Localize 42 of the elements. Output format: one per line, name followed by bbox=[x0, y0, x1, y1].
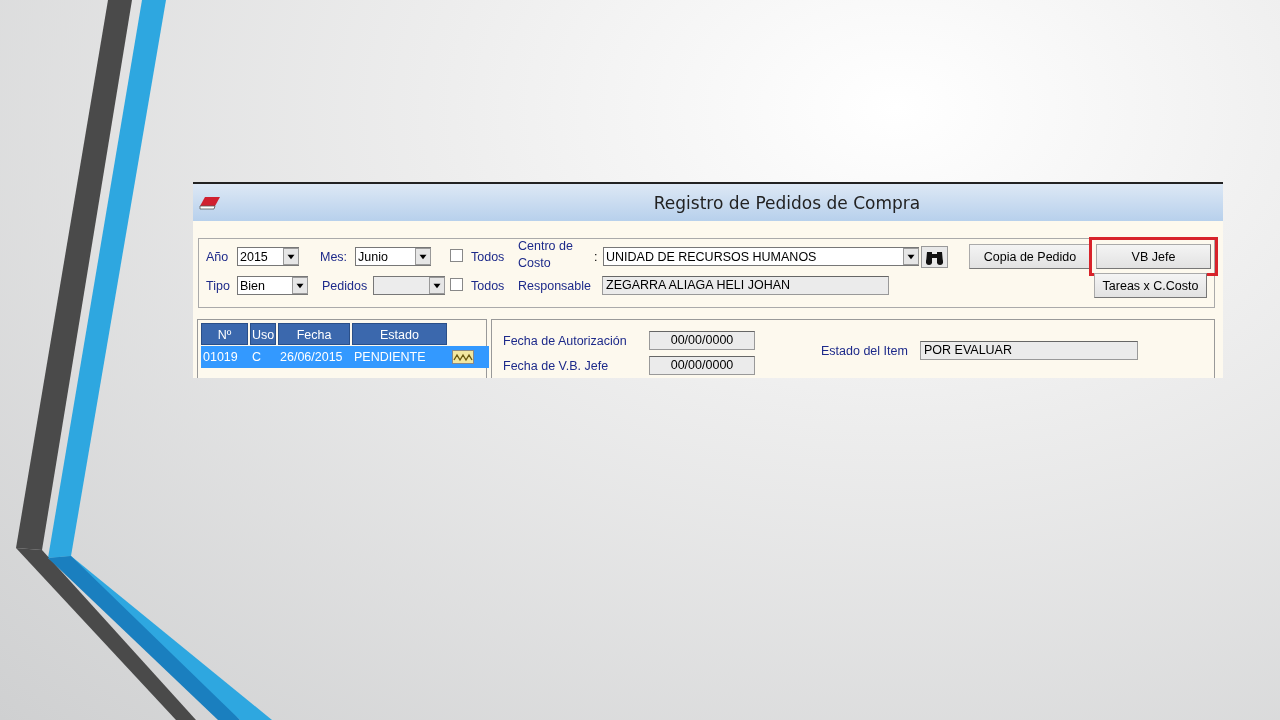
action-button[interactable]: Copia de Pedido bbox=[969, 244, 1091, 269]
separator: : bbox=[594, 249, 599, 264]
caret-icon bbox=[292, 277, 308, 294]
table-cell-text: 26/06/2015 bbox=[279, 350, 344, 364]
caret-icon bbox=[429, 277, 445, 294]
month-select[interactable]: Junio bbox=[355, 247, 431, 266]
field-label: Año bbox=[206, 249, 230, 264]
checkbox[interactable] bbox=[450, 277, 463, 291]
responsible-field[interactable]: ZEGARRA ALIAGA HELI JOHAN bbox=[602, 276, 889, 295]
table-cell-text: C bbox=[251, 350, 263, 364]
table-cell-text: PENDIENTE bbox=[353, 350, 427, 364]
date-field[interactable]: 00/00/0000 bbox=[649, 356, 755, 375]
cost-center-select[interactable]: UNIDAD DE RECURSOS HUMANOS bbox=[603, 247, 919, 266]
binoculars-icon[interactable] bbox=[921, 245, 948, 268]
caret-icon bbox=[415, 248, 431, 265]
checkbox-label: Todos bbox=[471, 278, 506, 293]
column-header[interactable]: Estado bbox=[352, 323, 447, 345]
zigzag-icon[interactable] bbox=[452, 350, 474, 364]
field-label: Fecha de Autorización bbox=[503, 333, 628, 348]
field-label: Responsable bbox=[518, 278, 592, 293]
status-field[interactable]: POR EVALUAR bbox=[920, 341, 1138, 360]
date-field[interactable]: 00/00/0000 bbox=[649, 331, 755, 350]
table-cell-text: 01019 bbox=[202, 350, 239, 364]
caret-icon bbox=[903, 248, 919, 265]
field-label: Estado del Item bbox=[821, 343, 909, 358]
action-button[interactable]: Tareas x C.Costo bbox=[1094, 273, 1207, 298]
window-title: Registro de Pedidos de Compra bbox=[652, 192, 922, 213]
field-label: Mes: bbox=[320, 249, 349, 264]
orders-select[interactable] bbox=[373, 276, 445, 295]
column-header[interactable]: Nº bbox=[201, 323, 248, 345]
checkbox-label: Todos bbox=[471, 249, 506, 264]
type-select[interactable]: Bien bbox=[237, 276, 308, 295]
book-icon bbox=[199, 195, 221, 210]
field-label: Fecha de V.B. Jefe bbox=[503, 358, 610, 373]
field-label: Centro de Costo bbox=[518, 238, 574, 272]
checkbox[interactable] bbox=[450, 248, 463, 262]
year-select[interactable]: 2015 bbox=[237, 247, 299, 266]
column-header[interactable]: Fecha bbox=[278, 323, 350, 345]
field-label: Pedidos bbox=[322, 278, 369, 293]
column-header[interactable]: Uso bbox=[250, 323, 276, 345]
field-label: Tipo bbox=[206, 278, 231, 293]
caret-icon bbox=[283, 248, 299, 265]
